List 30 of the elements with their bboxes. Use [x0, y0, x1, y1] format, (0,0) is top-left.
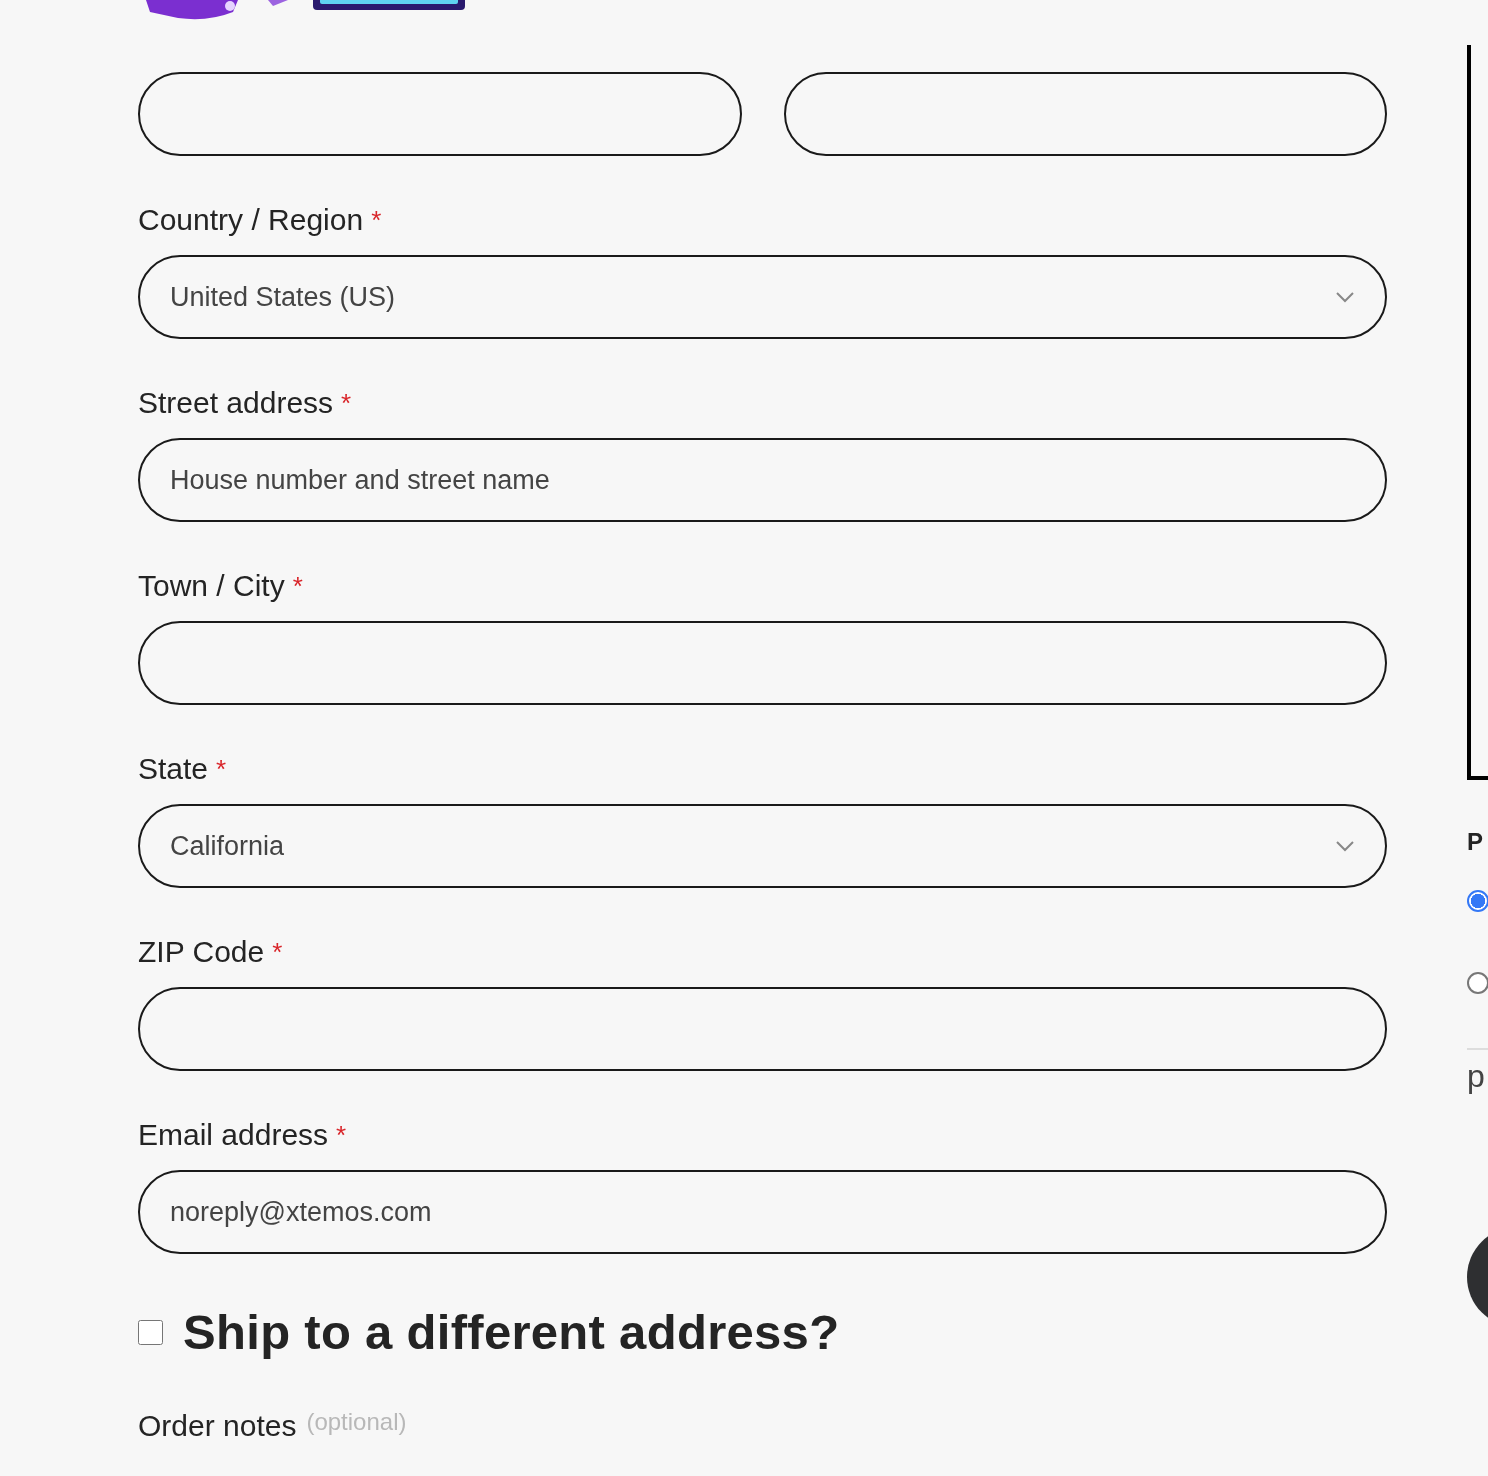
- input-field[interactable]: [138, 72, 742, 156]
- field-label: Order notes: [138, 1408, 297, 1444]
- radio-button[interactable]: [1467, 972, 1488, 994]
- required-mark: *: [371, 204, 382, 236]
- chevron-down-icon: [1335, 291, 1355, 303]
- select-field[interactable]: United States (US): [138, 255, 1387, 339]
- input-field[interactable]: [138, 621, 1387, 705]
- field-label: State: [138, 751, 209, 787]
- input-field[interactable]: House number and street name: [138, 438, 1387, 522]
- optional-hint: (optional): [306, 1408, 407, 1436]
- side-text: p: [1467, 1057, 1485, 1096]
- radio-button[interactable]: [1467, 890, 1488, 912]
- required-mark: *: [216, 753, 227, 785]
- required-mark: *: [336, 1119, 347, 1151]
- required-mark: *: [341, 387, 352, 419]
- field-label: Street address: [138, 385, 334, 421]
- input-field[interactable]: [138, 987, 1387, 1071]
- field-label: Email address: [138, 1117, 329, 1153]
- field-label: Town / City: [138, 568, 285, 604]
- input-field[interactable]: [783, 72, 1387, 156]
- select-field[interactable]: California: [138, 804, 1387, 888]
- checkbox[interactable]: [138, 1319, 163, 1345]
- required-mark: *: [292, 570, 303, 602]
- field-label: Country / Region: [138, 202, 364, 238]
- section-heading: P: [1467, 828, 1483, 856]
- input-field[interactable]: noreply@xtemos.com: [138, 1170, 1387, 1254]
- ship-label: Ship to a different address?: [183, 1304, 840, 1360]
- chevron-down-icon: [1335, 840, 1355, 852]
- required-mark: *: [272, 936, 283, 968]
- field-label: ZIP Code: [138, 934, 265, 970]
